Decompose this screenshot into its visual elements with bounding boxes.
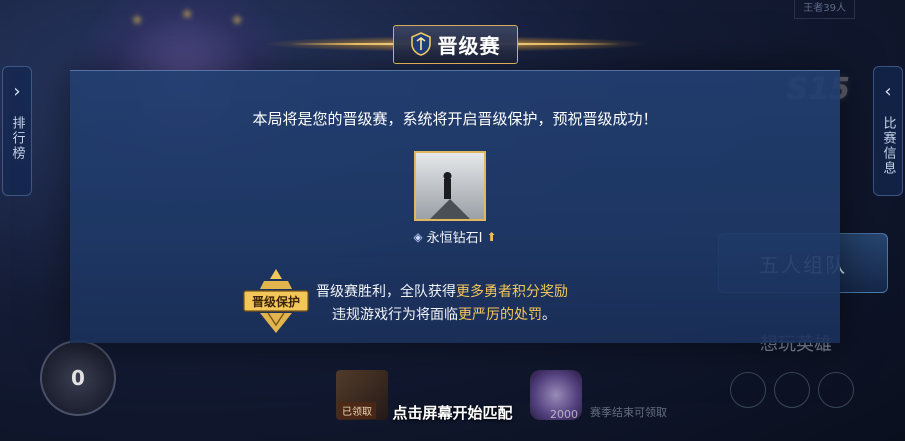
protection-line-2: 违规游戏行为将面临更严厉的处罚。 [316, 304, 568, 327]
modal-title-bar: 晋级赛 [330, 22, 580, 66]
protection-line-1: 晋级赛胜利，全队获得更多勇者积分奖励 [316, 281, 568, 304]
diamond-rank-icon: ◈ [413, 229, 423, 244]
protection-info: 晋级赛胜利，全队获得更多勇者积分奖励 违规游戏行为将面临更严厉的处罚。 [316, 281, 568, 327]
line2-text: 违规游戏行为将面临 [332, 307, 458, 323]
rank-up-arrow-icon: ⬆ [486, 229, 497, 244]
promotion-shield-icon [410, 32, 431, 56]
chevron-right-icon: › [13, 81, 21, 102]
tap-to-start-hint[interactable]: 点击屏幕开始匹配 [0, 402, 905, 423]
chevron-left-icon: ‹ [884, 81, 892, 102]
modal-title: 晋级赛 [437, 33, 501, 58]
promotion-match-modal: 本局将是您的晋级赛，系统将开启晋级保护，预祝晋级成功！ ◈ 永恒钻石I ⬆ 晋级… [70, 70, 840, 343]
avatar-image [416, 153, 484, 219]
leaderboard-tab-label: 排行榜 [9, 116, 25, 161]
player-avatar [414, 151, 486, 221]
match-info-tab-label: 比赛信息 [880, 116, 896, 176]
line2-highlight: 更严厉的处罚 [458, 307, 542, 323]
promotion-protection-badge: 晋级保护 [243, 269, 309, 333]
title-plate: 晋级赛 [392, 24, 518, 64]
match-info-tab[interactable]: ‹ 比赛信息 [873, 66, 903, 196]
badge-text: 晋级保护 [252, 294, 300, 309]
leaderboard-tab[interactable]: › 排行榜 [2, 66, 32, 196]
top-counter: 王者39人 [794, 0, 855, 19]
line2-suffix: 。 [542, 307, 556, 323]
promotion-message: 本局将是您的晋级赛，系统将开启晋级保护，预祝晋级成功！ [252, 110, 658, 128]
line1-highlight: 更多勇者积分奖励 [456, 284, 568, 300]
rank-display: ◈ 永恒钻石I ⬆ [70, 227, 840, 247]
rank-name: 永恒钻石I [426, 231, 483, 246]
line1-text: 晋级赛胜利，全队获得 [316, 284, 456, 300]
